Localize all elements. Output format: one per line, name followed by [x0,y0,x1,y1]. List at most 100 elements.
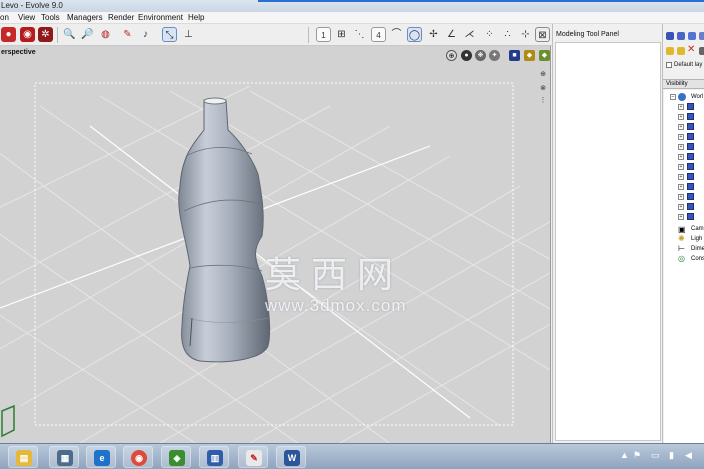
move-tool-icon[interactable]: ⊥ [181,27,196,42]
expand-icon[interactable]: + [678,154,684,160]
delete-icon[interactable]: ✕ [687,44,695,55]
zoom-region-icon[interactable]: ⊗ [538,84,548,94]
vertex-icon[interactable]: ⁘ [482,27,497,42]
tree-item-cameras[interactable]: ▣ Cam [664,224,704,234]
shading-mode-icon[interactable]: ● [461,50,472,61]
zoom-in-icon[interactable]: ⊕ [538,70,548,80]
taskbar-button-evolve[interactable]: ◈ [161,446,191,468]
menu-item-render[interactable]: Render [108,12,134,24]
viewport-options-icon[interactable]: ⋮ [538,96,548,106]
zoom-extents-icon[interactable]: 🔎 [80,27,95,42]
render-ball-icon[interactable]: ● [1,27,16,42]
expand-icon[interactable]: + [678,144,684,150]
select-tool-icon[interactable]: ⤡ [162,27,177,42]
pivot-icon[interactable]: ✢ [426,27,441,42]
menu-item-view[interactable]: View [18,12,35,24]
expand-icon[interactable]: + [678,124,684,130]
expand-icon[interactable]: + [678,114,684,120]
tree-item-object[interactable]: + [664,132,704,142]
group-icon[interactable] [677,32,685,40]
tree-item-object[interactable]: + [664,152,704,162]
taskbar-button-paint[interactable]: ✎ [238,446,268,468]
zoom-icon[interactable]: 🔍 [62,27,77,42]
grid-snap-icon[interactable]: ⊠ [535,27,550,42]
menu-item-tools[interactable]: Tools [41,12,60,24]
perspective-viewport[interactable]: erspective ⊕ ● ❋ ✦ ■ ◆ ◆ ⊕ ⊗ ⋮ 莫西网 www.3… [0,46,551,443]
axis-tool-icon[interactable]: ⊹ [518,27,533,42]
expand-icon[interactable]: + [678,134,684,140]
menu-item-help[interactable]: Help [188,12,204,24]
tree-item-object[interactable]: + [664,212,704,222]
folder-icon[interactable] [666,47,674,55]
view-four-button[interactable]: 4 [371,27,386,42]
tree-item-object[interactable]: + [664,182,704,192]
visibility-header[interactable]: Visibility [663,79,704,89]
taskbar-button-explorer[interactable]: ▤ [8,446,38,468]
copy-object-icon[interactable] [688,32,696,40]
expand-icon[interactable]: + [678,184,684,190]
tree-item-lights[interactable]: ✺ Ligh [664,234,704,244]
tree-item-object[interactable]: + [664,162,704,172]
expand-icon[interactable]: + [678,214,684,220]
circle-tool-icon[interactable]: ◯ [407,27,422,42]
collapse-icon[interactable]: − [670,94,676,100]
paint-brush-icon[interactable]: ✎ [120,27,135,42]
construction-icon: ◎ [678,254,685,263]
expand-icon[interactable]: + [678,194,684,200]
default-layer-label: Default lay [674,62,703,68]
camera-dolly-icon[interactable]: ❋ [475,50,486,61]
world-globe-icon [678,93,686,101]
default-layer-checkbox[interactable] [666,62,672,68]
taskbar-button-installer[interactable]: ▥ [199,446,229,468]
menu-item-managers[interactable]: Managers [67,12,103,24]
three-view-icon[interactable]: ⋱ [352,27,367,42]
shader-icon[interactable]: ♪ [138,27,153,42]
render-region-icon[interactable]: ✲ [38,27,53,42]
tray-device-icon[interactable]: ▭ [651,450,660,461]
tree-item-object[interactable]: + [664,142,704,152]
tray-expand-icon[interactable]: ▲ [620,450,629,460]
main-toolbar: ● ◉ ✲ 🔍 🔎 ◍ ✎ ♪ ⤡ ⊥ 1 ⊞ ⋱ 4 ⌒ ◯ ✢ ∠ ⋌ ⁘ … [0,24,552,46]
taskbar-button-word[interactable]: W [276,446,306,468]
tree-item-object[interactable]: + [664,102,704,112]
object-icon[interactable] [666,32,674,40]
tree-item-object[interactable]: + [664,192,704,202]
material-icon[interactable]: ◍ [98,27,113,42]
grid-view-icon[interactable]: ⊞ [334,27,349,42]
camera-track-icon[interactable]: ✦ [489,50,500,61]
edit-icon[interactable] [699,47,704,55]
taskbar-button-ie[interactable]: e [86,446,116,468]
render-settings-icon[interactable]: ◉ [20,27,35,42]
globe-view-icon[interactable]: ⊕ [446,50,457,61]
expand-icon[interactable]: + [678,104,684,110]
menu-item-file[interactable]: on [0,12,9,24]
tree-item-world[interactable]: − Worl [664,92,704,102]
expand-icon[interactable]: + [678,204,684,210]
render-view-icon[interactable]: ◆ [539,50,550,61]
angle-tool-icon[interactable]: ∠ [444,27,459,42]
taskbar-button-monitor[interactable]: ▦ [49,446,79,468]
point-snap-icon[interactable]: ∴ [500,27,515,42]
new-folder-icon[interactable] [677,47,685,55]
layer-icon[interactable] [699,32,704,40]
curve-edit-icon[interactable]: ⋌ [462,27,477,42]
curve-point-icon[interactable]: ⌒ [389,27,404,42]
tree-item-object[interactable]: + [664,112,704,122]
expand-icon[interactable]: + [678,164,684,170]
menu-item-environment[interactable]: Environment [138,12,183,24]
object-cube-icon [687,203,694,210]
tree-item-object[interactable]: + [664,122,704,132]
tree-item-dimensions[interactable]: ⊢ Dime [664,244,704,254]
tray-flag-icon[interactable]: ⚑ [633,450,641,461]
tree-item-object[interactable]: + [664,172,704,182]
taskbar-button-chrome[interactable]: ◉ [123,446,153,468]
tree-item-construction[interactable]: ◎ Cons [664,254,704,264]
tray-volume-icon[interactable]: ◀ [685,450,692,461]
viewport-label[interactable]: erspective [1,49,36,56]
view-one-button[interactable]: 1 [316,27,331,42]
light-view-icon[interactable]: ◆ [524,50,535,61]
expand-icon[interactable]: + [678,174,684,180]
tree-item-object[interactable]: + [664,202,704,212]
cube-view-icon[interactable]: ■ [509,50,520,61]
tray-network-icon[interactable]: ▮ [669,450,674,461]
